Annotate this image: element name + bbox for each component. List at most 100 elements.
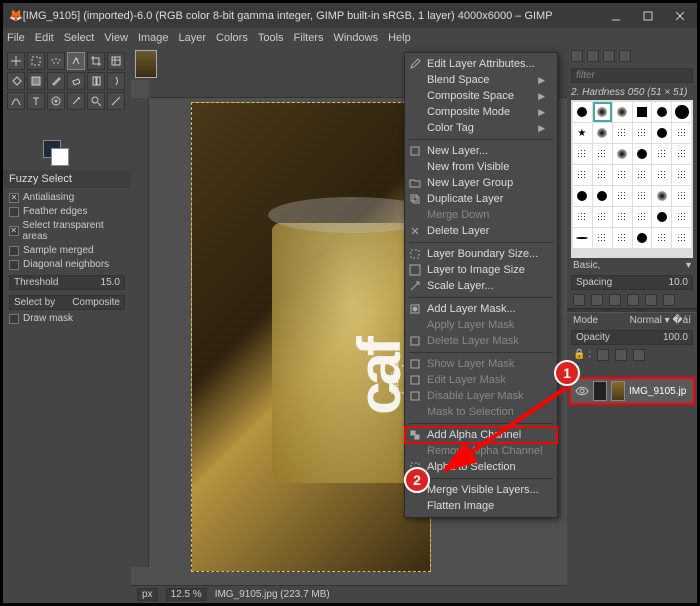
brush-item[interactable] bbox=[573, 144, 592, 164]
patterns-tab-icon[interactable] bbox=[587, 50, 599, 62]
brush-item[interactable] bbox=[652, 207, 671, 227]
menu-windows[interactable]: Windows bbox=[333, 32, 378, 44]
close-button[interactable] bbox=[673, 9, 687, 23]
text-tool[interactable] bbox=[27, 92, 45, 110]
mi-edit-attributes[interactable]: Edit Layer Attributes... bbox=[405, 56, 557, 72]
zoom-dropdown[interactable]: 12.5 % bbox=[166, 588, 207, 601]
brush-item[interactable] bbox=[633, 123, 652, 143]
brush-item[interactable] bbox=[633, 228, 652, 248]
mi-blend-space[interactable]: Blend Space▶ bbox=[405, 72, 557, 88]
image-tab-thumb[interactable] bbox=[135, 50, 157, 78]
visibility-icon[interactable] bbox=[575, 386, 589, 396]
menu-help[interactable]: Help bbox=[388, 32, 411, 44]
mi-to-image-size[interactable]: Layer to Image Size bbox=[405, 262, 557, 278]
mi-boundary[interactable]: Layer Boundary Size... bbox=[405, 246, 557, 262]
heal-tool[interactable] bbox=[47, 92, 65, 110]
dup-brush-icon[interactable] bbox=[609, 294, 621, 306]
mi-new-from-visible[interactable]: New from Visible bbox=[405, 159, 557, 175]
mi-scale[interactable]: Scale Layer... bbox=[405, 278, 557, 294]
brush-item[interactable] bbox=[652, 102, 671, 122]
selectby-dropdown[interactable]: Select byComposite bbox=[9, 295, 125, 310]
path-tool[interactable] bbox=[7, 92, 25, 110]
move-tool[interactable] bbox=[7, 52, 25, 70]
brush-item[interactable] bbox=[613, 228, 632, 248]
mi-composite-space[interactable]: Composite Space▶ bbox=[405, 88, 557, 104]
brush-filter-input[interactable]: filter bbox=[571, 68, 693, 83]
brush-item[interactable] bbox=[613, 144, 632, 164]
sample-merged-checkbox[interactable] bbox=[9, 246, 19, 256]
free-select-tool[interactable] bbox=[47, 52, 65, 70]
gradient-tool[interactable] bbox=[27, 72, 45, 90]
menu-image[interactable]: Image bbox=[138, 32, 169, 44]
brush-item[interactable] bbox=[633, 207, 652, 227]
brush-item[interactable] bbox=[672, 102, 691, 122]
brush-item[interactable] bbox=[652, 123, 671, 143]
del-brush-icon[interactable] bbox=[627, 294, 639, 306]
mi-delete[interactable]: Delete Layer bbox=[405, 223, 557, 239]
fuzzy-select-tool[interactable] bbox=[67, 52, 85, 70]
brush-item[interactable] bbox=[672, 144, 691, 164]
zoom-tool[interactable] bbox=[87, 92, 105, 110]
drawmask-checkbox[interactable] bbox=[9, 314, 19, 324]
brush-item[interactable] bbox=[672, 123, 691, 143]
lock-pixels-icon[interactable] bbox=[597, 349, 609, 361]
antialias-checkbox[interactable] bbox=[9, 193, 19, 203]
mi-add-mask[interactable]: Add Layer Mask... bbox=[405, 301, 557, 317]
ruler-vertical[interactable] bbox=[131, 98, 149, 567]
brush-item[interactable] bbox=[593, 186, 612, 206]
brush-item[interactable] bbox=[573, 102, 592, 122]
fonts-tab-icon[interactable] bbox=[603, 50, 615, 62]
brush-item[interactable] bbox=[652, 186, 671, 206]
smudge-tool[interactable] bbox=[107, 72, 125, 90]
brush-item[interactable] bbox=[573, 228, 592, 248]
feather-checkbox[interactable] bbox=[9, 207, 19, 217]
canvas[interactable]: caf [caffè al fresco] bbox=[191, 102, 431, 572]
clone-tool[interactable] bbox=[87, 72, 105, 90]
brush-item[interactable] bbox=[593, 123, 612, 143]
edit-brush-icon[interactable] bbox=[573, 294, 585, 306]
menu-filters[interactable]: Filters bbox=[294, 32, 324, 44]
brush-item[interactable] bbox=[672, 165, 691, 185]
unit-dropdown[interactable]: px bbox=[137, 588, 158, 601]
mi-composite-mode[interactable]: Composite Mode▶ bbox=[405, 104, 557, 120]
brush-item[interactable] bbox=[652, 228, 671, 248]
mi-new-group[interactable]: New Layer Group bbox=[405, 175, 557, 191]
brush-item[interactable] bbox=[593, 102, 612, 122]
brush-item[interactable] bbox=[613, 186, 632, 206]
brush-item[interactable] bbox=[613, 102, 632, 122]
new-brush-icon[interactable] bbox=[591, 294, 603, 306]
menu-view[interactable]: View bbox=[104, 32, 128, 44]
lock-position-icon[interactable] bbox=[615, 349, 627, 361]
spacing-slider[interactable]: Spacing10.0 bbox=[571, 275, 693, 290]
layer-row[interactable]: IMG_9105.jp bbox=[569, 377, 695, 405]
brush-basic-row[interactable]: Basic,▾ bbox=[567, 258, 697, 273]
brush-item[interactable] bbox=[573, 165, 592, 185]
brush-item[interactable] bbox=[593, 144, 612, 164]
brush-item[interactable] bbox=[613, 165, 632, 185]
menu-edit[interactable]: Edit bbox=[35, 32, 54, 44]
open-brush-icon[interactable] bbox=[663, 294, 675, 306]
brush-item[interactable] bbox=[633, 102, 652, 122]
mode-row[interactable]: ModeNormal ▾ �áí bbox=[567, 313, 697, 328]
menu-file[interactable]: File bbox=[7, 32, 25, 44]
menu-colors[interactable]: Colors bbox=[216, 32, 248, 44]
lock-alpha-icon[interactable] bbox=[633, 349, 645, 361]
layer-name[interactable]: IMG_9105.jp bbox=[629, 386, 686, 397]
refresh-brush-icon[interactable] bbox=[645, 294, 657, 306]
layer-thumb[interactable] bbox=[611, 381, 625, 401]
brushes-tab-icon[interactable] bbox=[571, 50, 583, 62]
mi-add-alpha-channel[interactable]: Add Alpha Channel bbox=[405, 427, 557, 443]
transform-tool[interactable] bbox=[107, 52, 125, 70]
brush-item[interactable] bbox=[672, 186, 691, 206]
maximize-button[interactable] bbox=[641, 9, 655, 23]
color-swatches[interactable] bbox=[7, 140, 127, 166]
rect-select-tool[interactable] bbox=[27, 52, 45, 70]
brush-item[interactable] bbox=[633, 186, 652, 206]
brush-item[interactable] bbox=[672, 228, 691, 248]
eraser-tool[interactable] bbox=[67, 72, 85, 90]
brush-item[interactable] bbox=[633, 144, 652, 164]
brush-item[interactable] bbox=[613, 207, 632, 227]
brush-item[interactable] bbox=[573, 123, 592, 143]
history-tab-icon[interactable] bbox=[619, 50, 631, 62]
minimize-button[interactable] bbox=[609, 9, 623, 23]
